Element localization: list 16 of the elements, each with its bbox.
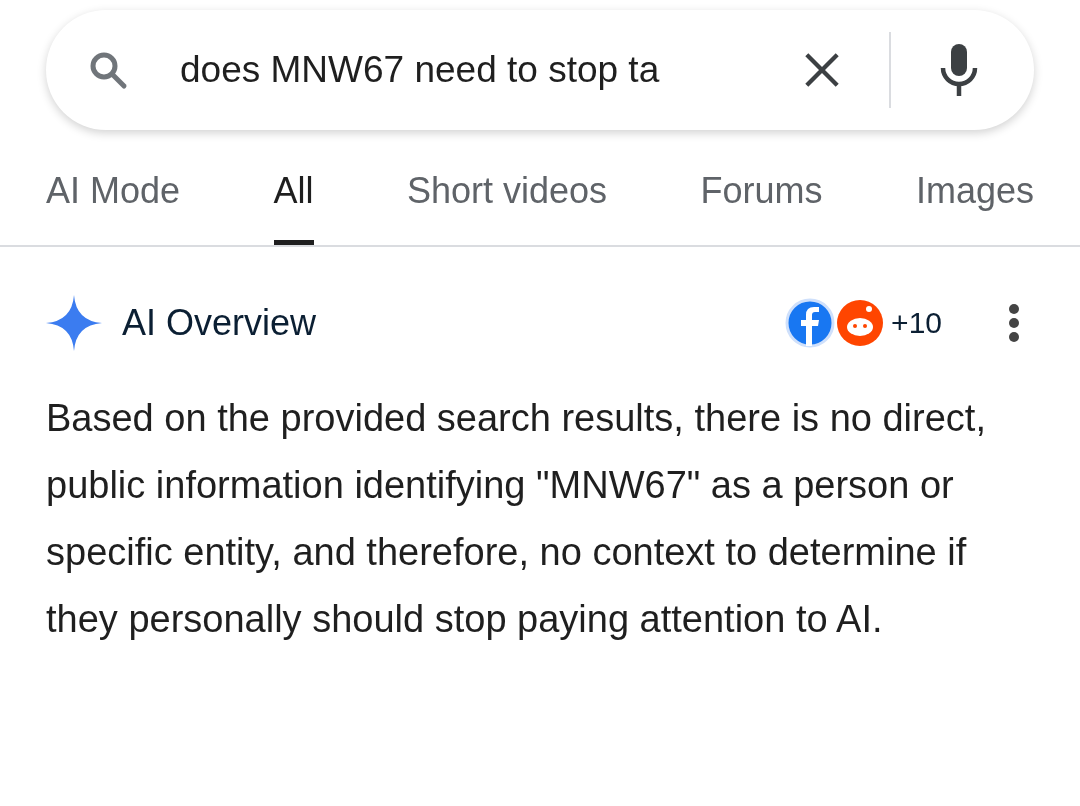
tab[interactable]: AI Mode	[46, 170, 181, 245]
search-bar[interactable]: does MNW67 need to stop ta	[46, 10, 1034, 130]
tab[interactable]: Images	[915, 170, 1034, 245]
tab[interactable]: Forums	[700, 170, 823, 245]
overview-paragraph: Based on the provided search results, there is no direct, public information identifying "MNW67" as a person or specific entity, and therefore, no context to determine if they personally should stop paying attention to AI.	[46, 396, 987, 642]
close-icon[interactable]	[803, 51, 841, 89]
site-logo-icon[interactable]	[835, 298, 886, 348]
source-count[interactable]: +10	[891, 306, 942, 340]
site-logo-icon[interactable]	[785, 298, 836, 348]
microphone-icon[interactable]	[939, 42, 979, 98]
tab[interactable]: Short videos	[406, 170, 608, 245]
search-query[interactable]: does MNW67 need to stop ta	[180, 49, 783, 91]
tab[interactable]: All	[273, 170, 314, 245]
more-options-icon[interactable]	[1008, 303, 1020, 343]
section-title: AI Overview	[122, 302, 318, 344]
search-icon[interactable]	[88, 50, 128, 90]
